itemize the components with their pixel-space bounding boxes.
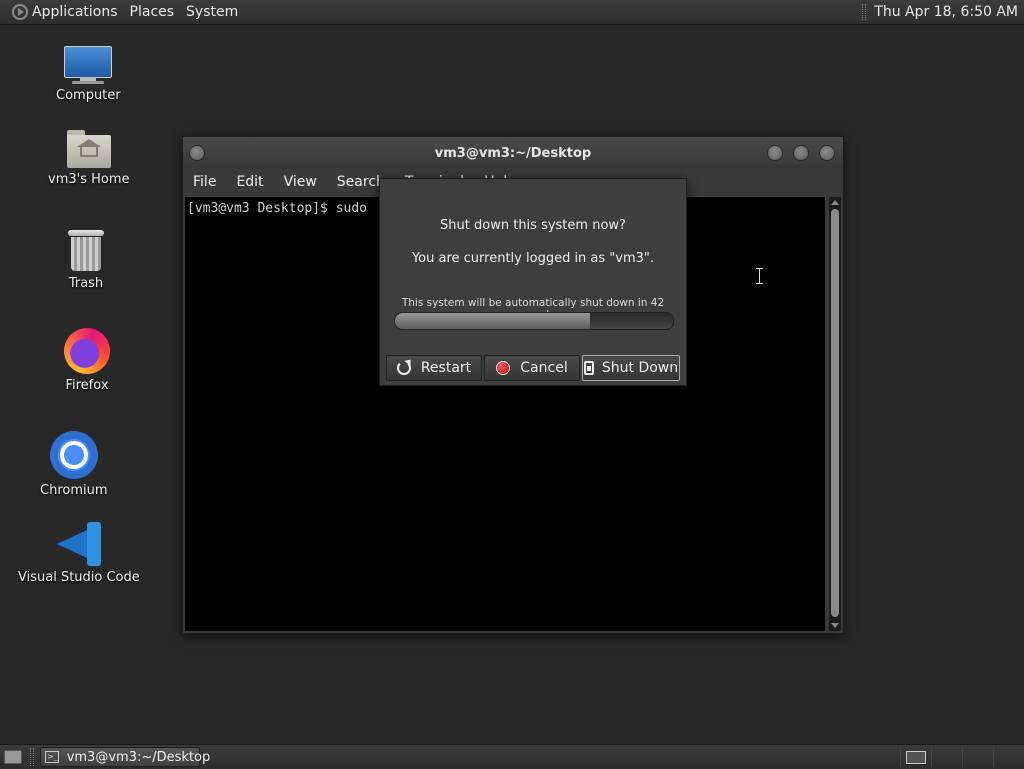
panel-separator [30,748,34,766]
scroll-down-icon[interactable] [831,623,839,628]
text-cursor-icon [756,268,764,284]
restart-icon [396,361,411,375]
desktop-icon-chromium[interactable]: Chromium [40,431,108,498]
desktop-icon-label: vm3's Home [48,172,130,187]
cancel-icon [496,361,511,375]
workspace-1[interactable] [900,747,931,767]
desktop-icon-home[interactable]: vm3's Home [48,130,130,187]
computer-icon [64,46,113,84]
window-menu-icon[interactable] [189,145,205,161]
restart-label: Restart [420,360,472,376]
taskbar-item-terminal[interactable]: >_ vm3@vm3:~/Desktop [40,747,210,767]
desktop-icon-computer[interactable]: Computer [56,46,121,103]
chromium-icon [49,431,98,479]
firefox-icon [64,328,110,374]
trash-icon [68,230,104,272]
dialog-subtitle: You are currently logged in as "vm3". [411,251,655,266]
minimize-icon[interactable] [767,145,783,161]
maximize-icon[interactable] [793,145,809,161]
menu-view[interactable]: View [274,174,327,190]
clock[interactable]: Thu Apr 18, 6:50 AM [874,4,1024,20]
show-desktop-icon [4,750,22,764]
workspace-4[interactable] [993,747,1024,767]
cancel-label: Cancel [520,360,568,376]
workspace-switcher [900,745,1024,769]
desktop-icon-firefox[interactable]: Firefox [64,328,110,393]
vscode-icon [56,522,101,566]
applications-menu-label: Applications [32,4,118,20]
desktop-icon-vscode[interactable]: Visual Studio Code [18,522,140,585]
progress-fill [395,313,590,329]
cancel-button[interactable]: Cancel [484,355,580,381]
desktop-icon-trash[interactable]: Trash [68,230,104,291]
applications-logo-icon [12,4,28,20]
dialog-title: Shut down this system now? [440,218,626,233]
system-menu[interactable]: System [180,0,244,24]
countdown-progress-bar [394,312,674,330]
terminal-prompt-line: [vm3@vm3 Desktop]$ sudo [187,201,368,216]
desktop-icon-label: Firefox [65,378,109,393]
places-menu[interactable]: Places [124,0,181,24]
scrollbar-thumb[interactable] [831,209,839,617]
applications-menu[interactable]: Applications [0,0,124,24]
terminal-titlebar[interactable]: vm3@vm3:~/Desktop [183,137,843,169]
menu-edit[interactable]: Edit [226,174,273,190]
dialog-buttons: Restart Cancel Shut Down [386,355,680,381]
home-folder-icon [66,130,111,168]
desktop-icon-label: Computer [56,88,121,103]
taskbar-item-label: vm3@vm3:~/Desktop [66,749,211,765]
desktop-icon-label: Visual Studio Code [18,570,140,585]
terminal-icon: >_ [45,751,59,763]
restart-button[interactable]: Restart [386,355,482,381]
desktop-icon-label: Chromium [40,483,108,498]
terminal-scrollbar[interactable] [829,197,841,631]
desktop-icon-label: Trash [68,276,104,291]
shutdown-label: Shut Down [601,360,679,376]
shutdown-dialog: Shut down this system now? You are curre… [379,178,687,386]
workspace-2[interactable] [931,747,962,767]
top-panel: Applications Places System Thu Apr 18, 6… [0,0,1024,25]
show-desktop-button[interactable] [2,748,24,766]
workspace-3[interactable] [962,747,993,767]
shutdown-icon [583,361,594,375]
bottom-panel: >_ vm3@vm3:~/Desktop [0,744,1024,769]
panel-separator [862,4,867,20]
scroll-up-icon[interactable] [831,200,839,205]
close-icon[interactable] [819,145,835,161]
shutdown-button[interactable]: Shut Down [582,355,680,381]
terminal-title: vm3@vm3:~/Desktop [434,145,592,161]
menu-file[interactable]: File [183,174,226,190]
